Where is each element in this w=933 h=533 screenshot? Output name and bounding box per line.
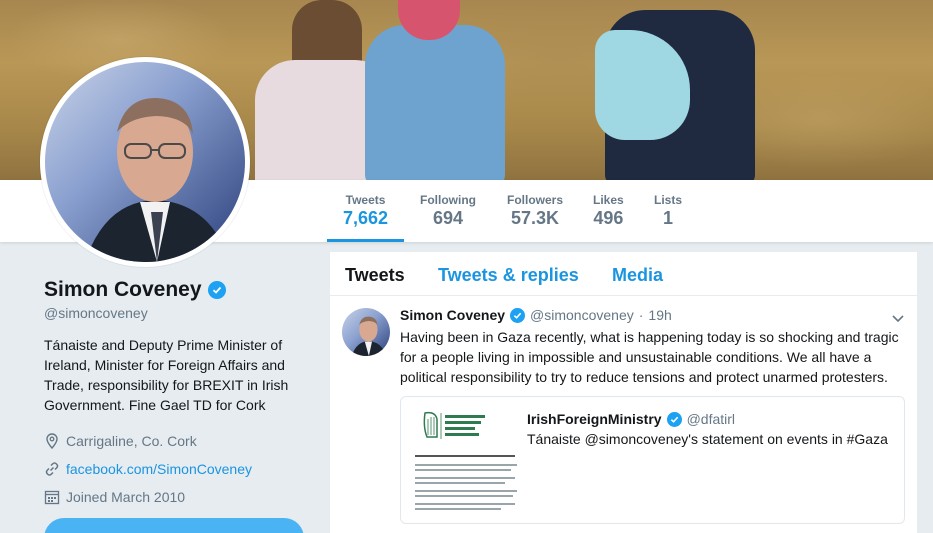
verified-badge-icon [666,411,682,427]
tweet-author-name[interactable]: Simon Coveney [400,307,505,323]
avatar-portrait [351,316,387,356]
avatar-portrait [85,97,230,262]
calendar-icon [44,490,60,505]
avatar [45,62,245,262]
quoted-author-name[interactable]: IrishForeignMinistry [527,411,662,427]
tab-tweets-replies[interactable]: Tweets & replies [438,265,579,286]
link-icon [45,462,59,476]
tweet-author-handle[interactable]: @simoncoveney [530,307,634,323]
location-text: Carrigaline, Co. Cork [66,433,197,449]
stat-value: 57.3K [510,208,560,228]
profile-bio: Tánaiste and Deputy Prime Minister of Ir… [44,337,289,413]
tweet-separator: · [638,307,644,323]
stat-label: Lists [654,193,683,207]
quoted-tweet-card[interactable]: IrishForeignMinistry @dfatirl Tánaiste @… [400,396,905,524]
stat-label: Following [420,193,476,207]
timeline: Tweets Tweets & replies Media Simon Cove… [330,252,917,533]
location-pin-icon [46,433,58,449]
profile-name[interactable]: Simon Coveney [44,278,202,302]
verified-badge-icon [207,281,226,299]
stat-label: Followers [507,193,564,207]
stat-value: 7,662 [343,208,389,228]
stat-label: Likes [593,193,624,207]
stat-tweets[interactable]: Tweets 7,662 [326,193,405,242]
tweet-text: Having been in Gaza recently, what is ha… [400,329,899,385]
stat-following[interactable]: Following 694 [420,193,476,229]
stat-value: 496 [593,208,624,228]
stat-label: Tweets [345,193,386,207]
profile-location: Carrigaline, Co. Cork [44,427,314,455]
stat-value: 1 [663,208,674,228]
joined-text: Joined March 2010 [66,489,186,505]
harp-logo-icon [423,411,485,439]
tab-media[interactable]: Media [612,265,663,286]
timeline-tabs: Tweets Tweets & replies Media [330,252,917,296]
quoted-author-handle[interactable]: @dfatirl [687,411,735,427]
profile-website: facebook.com/SimonCoveney [44,455,314,483]
document-thumbnail [411,409,521,517]
verified-badge-icon [510,307,526,323]
stat-followers[interactable]: Followers 57.3K [507,193,563,229]
tweet-avatar[interactable] [342,308,390,356]
tab-tweets[interactable]: Tweets [345,265,405,286]
stat-lists[interactable]: Lists 1 [654,193,682,229]
profile-action-button[interactable] [44,518,304,533]
profile-handle[interactable]: @simoncoveney [44,305,314,321]
profile-joined: Joined March 2010 [44,483,314,511]
banner-figure [365,25,505,180]
quoted-tweet-text: Tánaiste @simoncoveney's statement on ev… [527,431,888,447]
tweet[interactable]: Simon Coveney @simoncoveney · 19h Having… [330,296,917,533]
chevron-down-icon[interactable] [891,311,905,325]
stat-likes[interactable]: Likes 496 [593,193,624,229]
profile-avatar[interactable] [40,57,250,267]
stat-value: 694 [432,208,464,228]
tweet-timestamp[interactable]: 19h [648,307,671,323]
profile-card: Simon Coveney @simoncoveney Tánaiste and… [44,278,314,511]
website-link[interactable]: facebook.com/SimonCoveney [66,461,252,477]
